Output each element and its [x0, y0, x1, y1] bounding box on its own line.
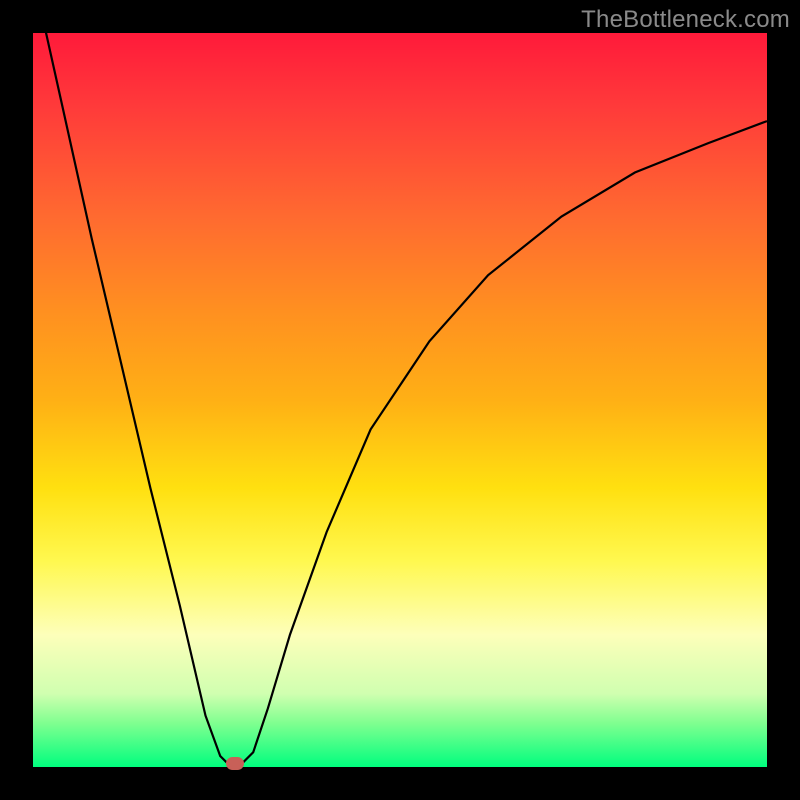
watermark-text: TheBottleneck.com — [581, 6, 790, 34]
plot-area — [33, 33, 767, 767]
chart-frame: TheBottleneck.com — [0, 0, 800, 800]
optimal-point-marker — [226, 757, 244, 770]
bottleneck-curve — [33, 33, 767, 767]
